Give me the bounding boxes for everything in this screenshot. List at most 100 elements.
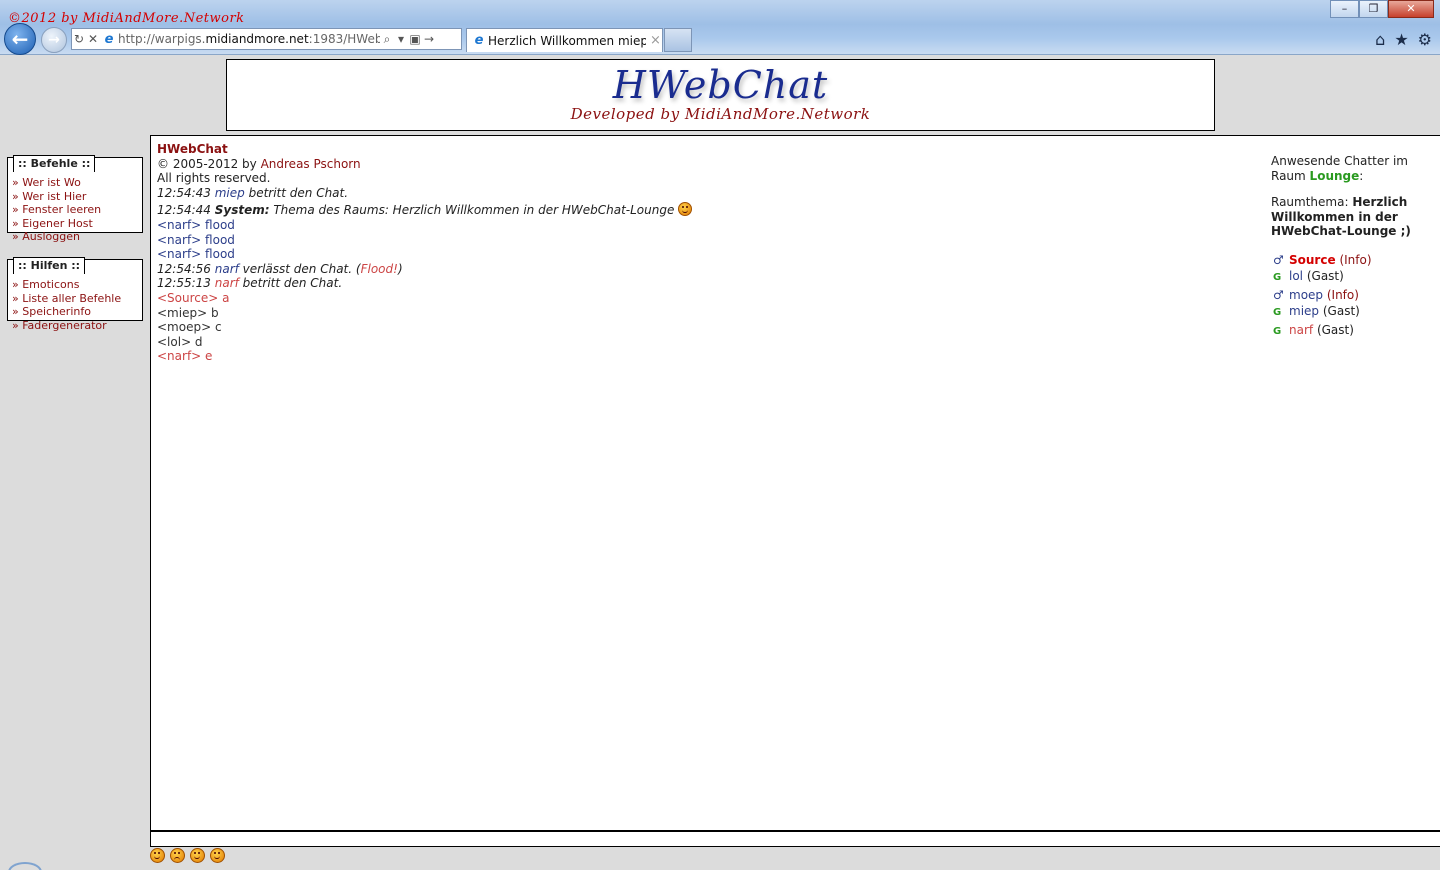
menu-item-eigener-host[interactable]: » Eigener Host xyxy=(12,217,138,231)
tab-hwebchat[interactable]: e Herzlich Willkommen miep... × xyxy=(466,28,663,52)
stop-icon[interactable]: ✕ xyxy=(86,32,100,46)
chat-line: <narf> flood xyxy=(157,217,235,232)
menu-item-wer-ist-wo[interactable]: » Wer ist Wo xyxy=(12,176,138,190)
banner-subtitle: Developed by MidiAndMore.Network xyxy=(570,105,871,123)
menu-hilfen-title: :: Hilfen :: xyxy=(13,257,86,274)
window-controls: – ❐ ✕ xyxy=(1330,0,1434,18)
settings-gear-icon[interactable]: ⚙ xyxy=(1418,30,1432,49)
message-text: verlässt den Chat. ( xyxy=(238,261,361,276)
close-window-button[interactable]: ✕ xyxy=(1388,0,1434,18)
timestamp: 12:54:56 xyxy=(157,261,211,276)
ie-page-icon: e xyxy=(104,31,114,47)
menu-item-wer-ist-hier[interactable]: » Wer ist Hier xyxy=(12,190,138,204)
guest-icon: G xyxy=(1273,272,1282,283)
browser-chrome: ©2012 by MidiAndMore.Network – ❐ ✕ ← → ↻… xyxy=(0,0,1440,55)
go-icon[interactable]: → xyxy=(422,32,436,46)
message-input[interactable] xyxy=(150,831,1440,847)
chat-line: <Source> a xyxy=(157,290,230,305)
username[interactable]: narf xyxy=(215,276,239,290)
watermark: ©2012 by MidiAndMore.Network xyxy=(8,11,245,26)
menu-item-emoticons[interactable]: » Emoticons xyxy=(12,278,138,292)
room-topic: Raumthema: Herzlich Willkommen in der HW… xyxy=(1271,195,1434,239)
user-role[interactable]: (Info) xyxy=(1327,288,1359,302)
back-button[interactable]: ← xyxy=(4,23,36,55)
user-name[interactable]: lol xyxy=(1289,269,1303,283)
user-item[interactable]: Gmiep (Gast) xyxy=(1271,304,1434,321)
user-role[interactable]: (Info) xyxy=(1339,253,1371,267)
menu-item-speicherinfo[interactable]: » Speicherinfo xyxy=(12,305,138,319)
user-name[interactable]: Source xyxy=(1289,253,1336,267)
menu-hilfen: :: Hilfen :: » Emoticons » Liste aller B… xyxy=(7,257,143,332)
chat-line: 12:54:43 miep betritt den Chat. xyxy=(157,186,1259,201)
favorites-star-icon[interactable]: ★ xyxy=(1394,30,1408,49)
smiley-wink-icon[interactable] xyxy=(210,848,225,863)
address-bar[interactable]: ↻ ✕ e http://warpigs.midiandmore.net:198… xyxy=(71,28,462,50)
male-icon: ♂ xyxy=(1273,252,1284,267)
url-prefix: http://warpigs. xyxy=(118,32,206,46)
search-icon[interactable]: ⌕ xyxy=(380,32,394,47)
menu-item-ausloggen[interactable]: » Ausloggen xyxy=(12,230,138,244)
room-name: Lounge xyxy=(1309,168,1360,183)
menu-befehle: :: Befehle :: » Wer ist Wo » Wer ist Hie… xyxy=(7,155,143,243)
timestamp: 12:54:43 xyxy=(157,185,211,200)
chat-rights: All rights reserved. xyxy=(157,171,271,186)
chat-line: 12:54:44 System: Thema des Raums: Herzli… xyxy=(157,202,1259,218)
arrow-left-icon: ← xyxy=(11,27,29,51)
chat-line: <lol> d xyxy=(157,334,203,349)
user-item[interactable]: ♂ moep (Info) xyxy=(1271,288,1434,303)
smiley-happy-icon[interactable] xyxy=(150,848,165,863)
user-name[interactable]: narf xyxy=(1289,323,1313,337)
new-tab-button[interactable] xyxy=(664,28,692,52)
message-text: ) xyxy=(397,261,403,276)
author-link[interactable]: Andreas Pschorn xyxy=(261,157,361,171)
chat-line: <miep> b xyxy=(157,305,219,320)
user-name[interactable]: moep xyxy=(1289,288,1323,302)
menu-item-liste-aller-befehle[interactable]: » Liste aller Befehle xyxy=(12,292,138,306)
message-text: Thema des Raums: Herzlich Willkommen in … xyxy=(269,203,679,218)
tab-close-icon[interactable]: × xyxy=(650,33,661,48)
chat-line: <moep> c xyxy=(157,320,222,335)
user-panel: Anwesende Chatter im Raum Lounge: Raumth… xyxy=(1265,135,1440,831)
maximize-button[interactable]: ❐ xyxy=(1359,0,1388,18)
message-text: betritt den Chat. xyxy=(238,276,343,291)
dropdown-chevron-icon[interactable]: ▾ xyxy=(394,32,408,46)
username[interactable]: miep xyxy=(215,186,245,200)
arrow-right-icon: → xyxy=(48,32,60,48)
chat-line: 12:54:56 narf verlässt den Chat. (Flood!… xyxy=(157,262,1259,277)
user-role: (Gast) xyxy=(1322,304,1360,318)
timestamp: 12:54:44 xyxy=(157,203,211,218)
user-item[interactable]: Gnarf (Gast) xyxy=(1271,323,1434,340)
chat-line: <narf> e xyxy=(157,349,213,364)
username[interactable]: narf xyxy=(215,262,239,276)
chat-copyright: © 2005-2012 by Andreas Pschorn xyxy=(157,157,1259,172)
smiley-bar xyxy=(150,848,225,863)
smiley-grin-icon[interactable] xyxy=(190,848,205,863)
guest-icon: G xyxy=(1273,325,1282,337)
room-colon: : xyxy=(1359,168,1364,183)
smiley-wink-icon xyxy=(678,202,693,217)
refresh-icon[interactable]: ↻ xyxy=(72,32,86,46)
minimize-button[interactable]: – xyxy=(1330,0,1359,18)
forward-button[interactable]: → xyxy=(41,27,67,53)
smiley-sad-icon[interactable] xyxy=(170,848,185,863)
user-item[interactable]: Glol (Gast) xyxy=(1271,269,1434,286)
url-text[interactable]: http://warpigs.midiandmore.net:1983/HWeb… xyxy=(118,32,380,46)
user-name[interactable]: miep xyxy=(1289,304,1319,318)
chat-line: 12:55:13 narf betritt den Chat. xyxy=(157,276,1259,291)
chat-app-name: HWebChat xyxy=(157,142,1259,157)
ie-tab-icon: e xyxy=(474,33,484,48)
home-icon[interactable]: ⌂ xyxy=(1375,30,1385,49)
app-name: HWebChat xyxy=(157,142,228,156)
user-role: (Gast) xyxy=(1306,269,1344,283)
system-label: System: xyxy=(214,203,270,218)
menu-item-fenster-leeren[interactable]: » Fenster leeren xyxy=(12,203,138,217)
menu-item-fadergenerator[interactable]: » Fadergenerator xyxy=(12,319,138,333)
user-item[interactable]: ♂ Source (Info) xyxy=(1271,253,1434,268)
compat-view-icon[interactable]: ▣ xyxy=(408,32,422,46)
copyright-text: © 2005-2012 by xyxy=(157,156,261,171)
tab-title: Herzlich Willkommen miep... xyxy=(488,33,646,48)
menu-befehle-title: :: Befehle :: xyxy=(13,155,96,172)
chat-line: <narf> flood xyxy=(157,232,235,247)
browser-toolbar-icons: ⌂ ★ ⚙ xyxy=(1375,30,1432,49)
user-role: (Gast) xyxy=(1316,322,1354,337)
